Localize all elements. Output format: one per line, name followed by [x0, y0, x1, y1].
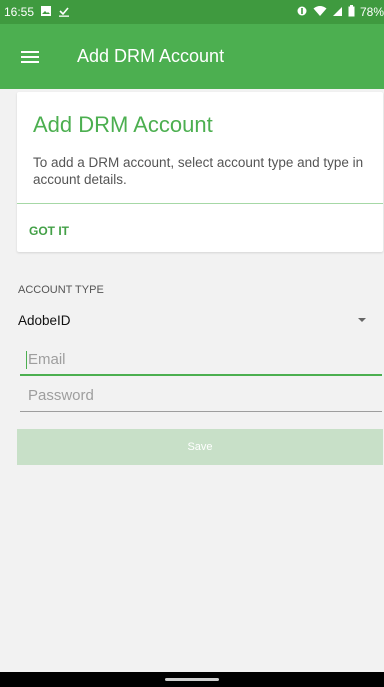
status-time: 16:55	[4, 5, 35, 19]
home-indicator[interactable]	[165, 678, 219, 681]
account-type-label: ACCOUNT TYPE	[18, 284, 104, 296]
password-field[interactable]	[20, 382, 382, 408]
password-underline	[20, 411, 382, 412]
email-field-container	[20, 346, 382, 376]
navigation-bar	[0, 672, 384, 687]
info-card-text: To add a DRM account, select account typ…	[33, 155, 364, 187]
account-type-select[interactable]: AdobeID	[18, 313, 378, 335]
dropdown-arrow-icon	[358, 318, 366, 322]
password-field-container	[20, 382, 382, 412]
divider	[17, 203, 383, 204]
email-field[interactable]	[20, 346, 382, 372]
image-icon	[40, 5, 52, 20]
status-bar: 16:55 78%	[0, 0, 384, 24]
battery-icon	[348, 4, 355, 20]
save-button[interactable]: Save	[17, 429, 383, 465]
page-title: Add DRM Account	[77, 46, 225, 66]
data-saver-icon	[296, 5, 308, 20]
got-it-button[interactable]: GOT IT	[29, 224, 69, 238]
app-bar: Add DRM Account	[0, 24, 384, 89]
info-card-title: Add DRM Account	[33, 112, 213, 137]
info-card: Add DRM Account To add a DRM account, se…	[17, 92, 383, 252]
signal-icon	[332, 5, 343, 20]
battery-percent: 78%	[359, 5, 384, 19]
email-underline	[20, 374, 382, 376]
text-cursor	[26, 351, 27, 369]
download-check-icon	[58, 5, 70, 20]
hamburger-menu-icon[interactable]	[0, 24, 60, 89]
wifi-icon	[313, 5, 327, 20]
account-type-value: AdobeID	[18, 313, 71, 328]
